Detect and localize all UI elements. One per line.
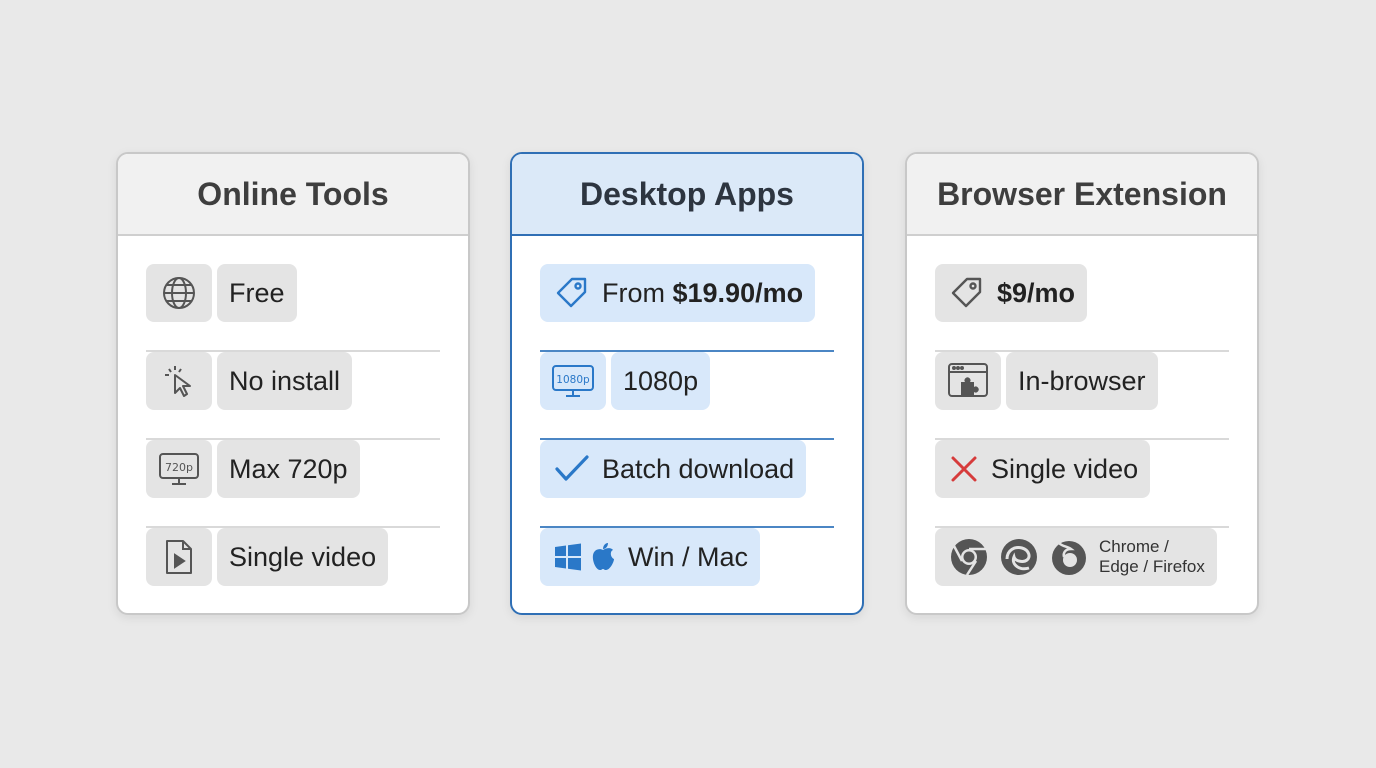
desktop-apps-card: Desktop Apps From $19.90/mo 1080p 1080p xyxy=(510,152,864,615)
price-prefix: From xyxy=(602,277,673,308)
feature-row: Chrome / Edge / Firefox xyxy=(935,528,1229,613)
feature-label: In-browser xyxy=(1006,352,1158,410)
feature-row: $9/mo xyxy=(935,264,1229,352)
feature-row: Free xyxy=(146,264,440,352)
svg-text:720p: 720p xyxy=(165,461,193,474)
firefox-icon xyxy=(1049,537,1089,577)
apple-icon xyxy=(590,542,616,572)
monitor-720p-icon: 720p xyxy=(146,440,212,498)
feature-row: 1080p 1080p xyxy=(540,352,834,440)
batch-download-label: Batch download xyxy=(540,440,807,498)
feature-label: 1080p xyxy=(611,352,711,410)
globe-icon xyxy=(146,264,212,322)
feature-label: Single video xyxy=(991,453,1139,484)
browser-extension-card: Browser Extension $9/mo In-browser Singl… xyxy=(905,152,1259,615)
feature-row: From $19.90/mo xyxy=(540,264,834,352)
feature-label: Free xyxy=(217,264,297,322)
windows-icon xyxy=(554,543,582,571)
card-title: Browser Extension xyxy=(907,154,1257,236)
monitor-1080p-icon: 1080p xyxy=(540,352,606,410)
feature-label: No install xyxy=(217,352,353,410)
feature-label: Batch download xyxy=(602,453,795,484)
platform-label: Win / Mac xyxy=(540,528,761,586)
feature-label: Single video xyxy=(217,528,389,586)
card-title: Desktop Apps xyxy=(512,154,862,236)
browsers-text: Chrome / Edge / Firefox xyxy=(1099,537,1205,577)
cursor-click-icon xyxy=(146,352,212,410)
feature-label: Win / Mac xyxy=(628,541,749,572)
feature-row: 720p Max 720p xyxy=(146,440,440,528)
online-tools-card: Online Tools Free No install 720p Max 72… xyxy=(116,152,470,615)
price-tag-icon xyxy=(554,275,590,311)
price-value: $19.90/mo xyxy=(672,277,804,308)
supported-browsers-label: Chrome / Edge / Firefox xyxy=(935,528,1217,586)
video-file-icon xyxy=(146,528,212,586)
feature-row: Single video xyxy=(146,528,440,613)
price-label: From $19.90/mo xyxy=(540,264,816,322)
browsers-line-1: Chrome / xyxy=(1099,537,1169,556)
price-label: $9/mo xyxy=(935,264,1088,322)
feature-row: Single video xyxy=(935,440,1229,528)
edge-icon xyxy=(999,537,1039,577)
feature-row: In-browser xyxy=(935,352,1229,440)
single-video-label: Single video xyxy=(935,440,1151,498)
x-mark-icon xyxy=(949,454,979,484)
feature-row: No install xyxy=(146,352,440,440)
card-title: Online Tools xyxy=(118,154,468,236)
price-tag-icon xyxy=(949,275,985,311)
browser-extension-icon xyxy=(935,352,1001,410)
checkmark-icon xyxy=(554,454,590,484)
feature-row: Win / Mac xyxy=(540,528,834,613)
price-value: $9/mo xyxy=(997,277,1076,308)
feature-row: Batch download xyxy=(540,440,834,528)
browsers-line-2: Edge / Firefox xyxy=(1099,557,1205,576)
svg-text:1080p: 1080p xyxy=(556,374,590,386)
feature-label: Max 720p xyxy=(217,440,360,498)
chrome-icon xyxy=(949,537,989,577)
